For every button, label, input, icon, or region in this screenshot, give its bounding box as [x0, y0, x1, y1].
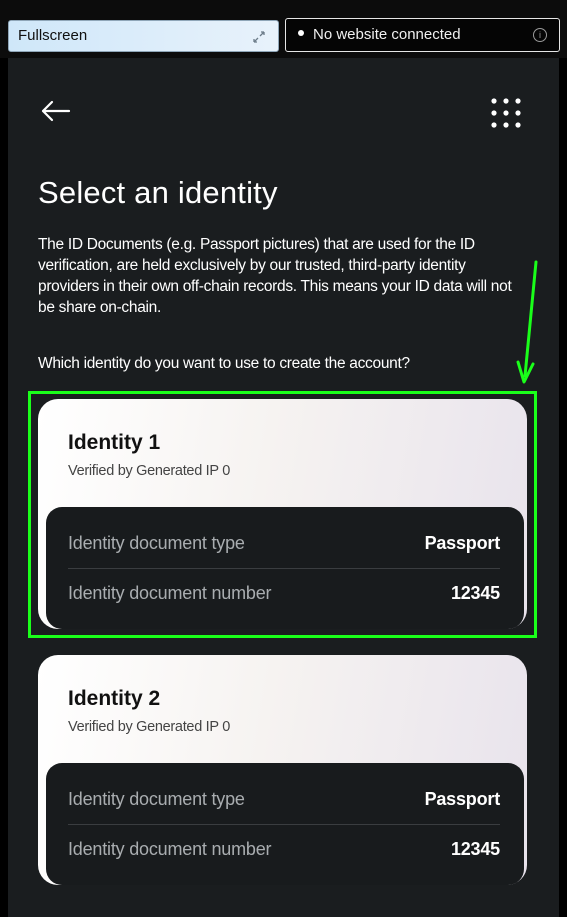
- annotation-highlight-box: [28, 391, 537, 638]
- connection-status[interactable]: No website connected i: [285, 18, 560, 52]
- identity-name: Identity 2: [68, 687, 161, 710]
- grid-dots-icon[interactable]: [488, 95, 524, 131]
- page-description: The ID Documents (e.g. Passport pictures…: [38, 236, 512, 316]
- page-title: Select an identity: [38, 175, 278, 210]
- identity-details: Identity document type Passport Identity…: [46, 763, 524, 885]
- identity-select-screen: Select an identity The ID Documents (e.g…: [8, 58, 559, 917]
- annotation-arrow-icon: [516, 260, 538, 384]
- connection-status-text: No website connected: [313, 26, 461, 43]
- identity-question: Which identity do you want to use to cre…: [38, 355, 410, 372]
- identity-verified-by: Verified by Generated IP 0: [68, 719, 231, 735]
- arrow-left-icon[interactable]: [38, 96, 74, 126]
- doc-number-label: Identity document number: [68, 839, 272, 859]
- expand-icon: [253, 31, 265, 43]
- fullscreen-label: Fullscreen: [18, 27, 88, 44]
- browser-topbar: Fullscreen No website connected i: [0, 0, 567, 58]
- doc-type-row: Identity document type Passport: [68, 775, 500, 825]
- doc-number-value: 12345: [450, 839, 500, 859]
- status-dot-icon: [298, 30, 304, 37]
- doc-number-row: Identity document number 12345: [68, 825, 500, 875]
- doc-type-label: Identity document type: [68, 789, 245, 809]
- fullscreen-button[interactable]: Fullscreen: [8, 20, 279, 52]
- doc-type-value: Passport: [424, 789, 501, 809]
- info-icon[interactable]: i: [533, 28, 547, 42]
- identity-card[interactable]: Identity 2 Verified by Generated IP 0 Id…: [38, 655, 527, 885]
